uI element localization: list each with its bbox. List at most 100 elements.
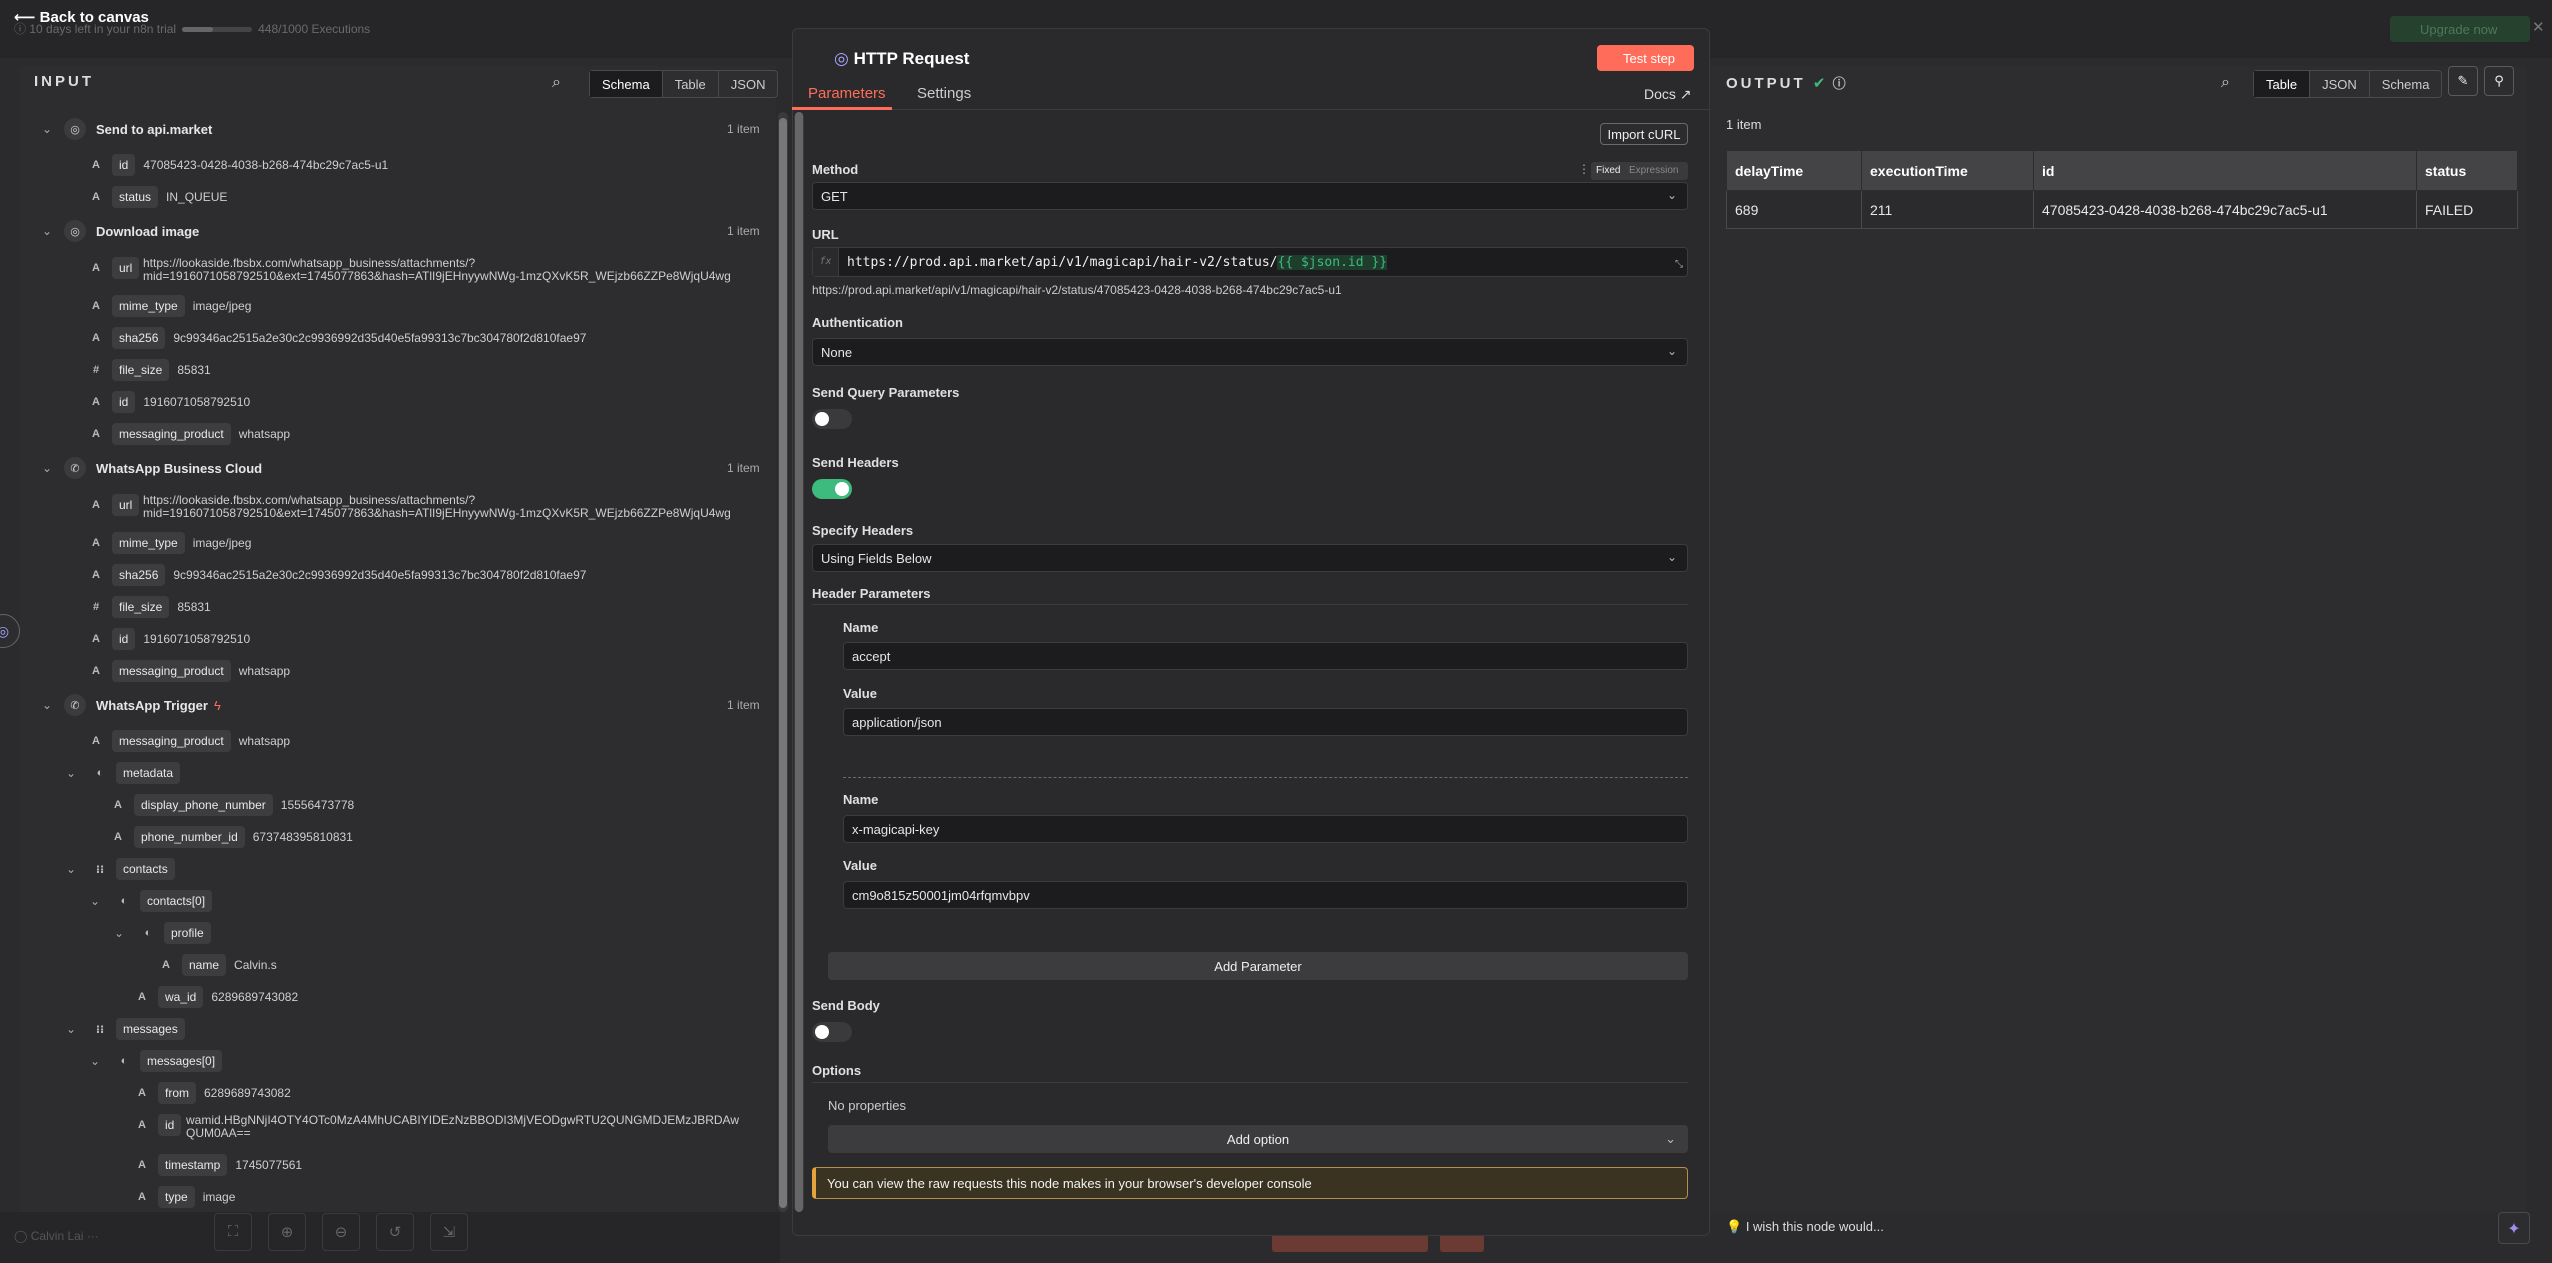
input-view-switch[interactable]: Schema Table JSON <box>589 70 779 98</box>
fixed-option[interactable]: Fixed <box>1596 165 1620 176</box>
input-scrollbar[interactable] <box>778 112 788 1212</box>
close-icon[interactable]: ✕ <box>2532 18 2545 36</box>
specify-headers-select[interactable]: Using Fields Below ⌄ <box>812 544 1688 572</box>
schema-field[interactable]: Aname Calvin.s <box>154 953 277 977</box>
schema-field[interactable]: Aid 1916071058792510 <box>84 390 250 414</box>
search-icon[interactable]: ⌕ <box>2221 74 2230 92</box>
node-title[interactable]: ◎ HTTP Request <box>834 49 969 69</box>
url-input[interactable]: fx https://prod.api.market/api/v1/magica… <box>812 247 1688 277</box>
field-key[interactable]: id <box>112 154 136 176</box>
reset-zoom-icon[interactable]: ↺ <box>376 1213 414 1251</box>
field-key[interactable]: contacts <box>116 858 175 880</box>
field-key[interactable]: metadata <box>116 762 181 784</box>
modal-scrollbar[interactable] <box>794 112 804 1212</box>
field-key[interactable]: from <box>158 1082 196 1104</box>
schema-field[interactable]: Asha256 9c99346ac2515a2e30c2c9936992d35d4… <box>84 326 586 350</box>
schema-field[interactable]: Awa_id 6289689743082 <box>130 985 298 1009</box>
schema-field[interactable]: Aphone_number_id 673748395810831 <box>106 825 353 849</box>
test-step-button[interactable]: Test step <box>1597 45 1694 71</box>
header-name-input[interactable]: accept <box>843 642 1688 670</box>
field-key[interactable]: messaging_product <box>112 660 231 682</box>
import-curl-button[interactable]: Import cURL <box>1600 123 1688 145</box>
field-key[interactable]: messages[0] <box>140 1050 223 1072</box>
schema-field[interactable]: Asha256 9c99346ac2515a2e30c2c9936992d35d4… <box>84 563 586 587</box>
info-icon[interactable]: ⓘ <box>1833 76 1846 91</box>
schema-field[interactable]: Amessaging_product whatsapp <box>84 422 290 446</box>
schema-field[interactable]: Amessaging_product whatsapp <box>84 659 290 683</box>
more-icon[interactable]: ··· <box>87 1229 99 1243</box>
field-key[interactable]: messaging_product <box>112 423 231 445</box>
schema-node[interactable]: ⌄ ◎ Send to api.market <box>40 117 212 141</box>
back-to-canvas-link[interactable]: ⟵ Back to canvas <box>14 8 149 26</box>
send-query-toggle[interactable] <box>812 409 852 429</box>
expand-icon[interactable]: ⤡ <box>1675 259 1683 270</box>
schema-field[interactable]: # file_size 85831 <box>84 595 211 619</box>
schema-field[interactable]: Aurl <box>84 256 147 280</box>
feedback-link[interactable]: 💡 I wish this node would... <box>1726 1219 1884 1235</box>
chevron-down-icon[interactable]: ⌄ <box>88 1054 102 1068</box>
field-key[interactable]: messages <box>116 1018 185 1040</box>
schema-object[interactable]: ⌄ ⁝⁝ contacts <box>64 857 183 881</box>
field-key[interactable]: timestamp <box>158 1154 228 1176</box>
send-body-toggle[interactable] <box>812 1022 852 1042</box>
field-key[interactable]: profile <box>164 922 211 944</box>
schema-field[interactable]: Aid 47085423-0428-4038-b268-474bc29c7ac5-… <box>84 153 388 177</box>
user-menu[interactable]: ◯ Calvin Lai ··· <box>14 1229 99 1243</box>
chevron-down-icon[interactable]: ⌄ <box>40 224 54 238</box>
schema-field[interactable]: Amime_type image/jpeg <box>84 531 251 555</box>
search-icon[interactable]: ⌕ <box>552 74 561 92</box>
view-table[interactable]: Table <box>663 71 719 97</box>
fit-view-icon[interactable]: ⛶ <box>214 1213 252 1251</box>
tab-settings[interactable]: Settings <box>917 85 971 102</box>
schema-object[interactable]: ⌄ ◐ messages[0] <box>88 1049 230 1073</box>
schema-object[interactable]: ⌄ ◐ profile <box>112 921 219 945</box>
zoom-out-icon[interactable]: ⊖ <box>322 1213 360 1251</box>
schema-field[interactable]: Aid 1916071058792510 <box>84 627 250 651</box>
output-view-switch[interactable]: Table JSON Schema <box>2253 70 2443 98</box>
table-cell[interactable]: FAILED <box>2416 190 2518 229</box>
view-schema[interactable]: Schema <box>590 71 663 97</box>
view-json[interactable]: JSON <box>2310 71 2370 97</box>
field-key[interactable]: id <box>112 391 136 413</box>
header-value-input[interactable]: cm9o815z50001jm04rfqmvbpv <box>843 881 1688 909</box>
schema-node[interactable]: ⌄ ✆ WhatsApp Business Cloud <box>40 456 262 480</box>
zoom-in-icon[interactable]: ⊕ <box>268 1213 306 1251</box>
field-key[interactable]: mime_type <box>112 295 185 317</box>
chevron-down-icon[interactable]: ⌄ <box>64 1022 78 1036</box>
view-json[interactable]: JSON <box>719 71 778 97</box>
schema-field[interactable]: Atype image <box>130 1185 235 1209</box>
field-key[interactable]: id <box>112 628 136 650</box>
field-key[interactable]: id <box>158 1114 182 1136</box>
options-dots-icon[interactable]: ⋮ <box>1578 162 1590 176</box>
schema-field[interactable]: Amime_type image/jpeg <box>84 294 251 318</box>
edit-pencil-icon[interactable]: ✎ <box>2448 66 2478 96</box>
field-key[interactable]: type <box>158 1186 195 1208</box>
add-option-select[interactable]: Add option ⌄ <box>828 1125 1688 1153</box>
schema-field[interactable]: Astatus IN_QUEUE <box>84 185 227 209</box>
tidy-up-icon[interactable]: ⇲ <box>430 1213 468 1251</box>
schema-field[interactable]: Aid <box>130 1113 189 1137</box>
field-key[interactable]: name <box>182 954 227 976</box>
chevron-down-icon[interactable]: ⌄ <box>64 862 78 876</box>
field-key[interactable]: url <box>112 257 140 279</box>
schema-field[interactable]: # file_size 85831 <box>84 358 211 382</box>
table-cell[interactable]: 211 <box>1861 190 2034 229</box>
add-parameter-button[interactable]: Add Parameter <box>828 952 1688 980</box>
field-key[interactable]: sha256 <box>112 327 166 349</box>
schema-field[interactable]: Adisplay_phone_number 15556473778 <box>106 793 354 817</box>
method-select[interactable]: GET ⌄ <box>812 182 1688 210</box>
schema-node[interactable]: ⌄ ✆ WhatsApp Trigger ϟ <box>40 693 221 717</box>
view-table[interactable]: Table <box>2254 71 2311 97</box>
field-key[interactable]: phone_number_id <box>134 826 245 848</box>
send-headers-toggle[interactable] <box>812 479 852 499</box>
schema-object[interactable]: ⌄ ◐ contacts[0] <box>88 889 220 913</box>
field-key[interactable]: status <box>112 186 159 208</box>
chevron-down-icon[interactable]: ⌄ <box>40 461 54 475</box>
auth-select[interactable]: None ⌄ <box>812 338 1688 366</box>
schema-field[interactable]: Afrom 6289689743082 <box>130 1081 291 1105</box>
field-key[interactable]: display_phone_number <box>134 794 273 816</box>
header-value-input[interactable]: application/json <box>843 708 1688 736</box>
chevron-down-icon[interactable]: ⌄ <box>64 766 78 780</box>
table-cell[interactable]: 689 <box>1726 190 1862 229</box>
node-globe-icon[interactable]: ◎ <box>0 614 20 648</box>
